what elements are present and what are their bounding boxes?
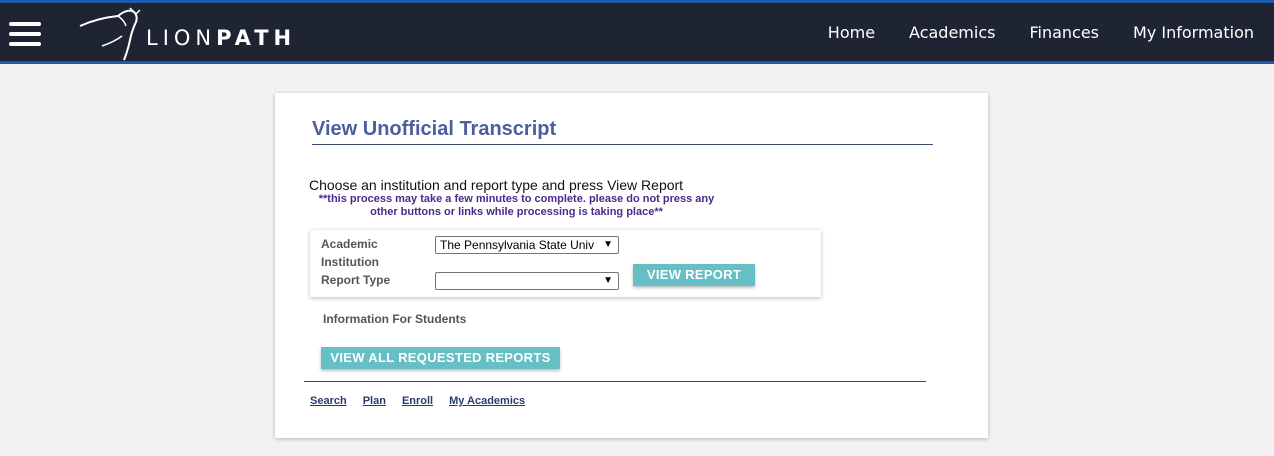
link-search[interactable]: Search — [310, 395, 347, 407]
view-report-button[interactable]: VIEW REPORT — [633, 264, 755, 286]
report-type-label: Report Type — [321, 273, 391, 287]
processing-warning: **this process may take a few minutes to… — [318, 193, 715, 218]
nav-my-information[interactable]: My Information — [1133, 23, 1254, 42]
footer-links: Search Plan Enroll My Academics — [310, 395, 541, 407]
institution-label-line2: Institution — [321, 255, 379, 269]
institution-select-value: The Pennsylvania State Univ — [440, 238, 595, 252]
information-for-students-label: Information For Students — [323, 312, 467, 326]
instruction-text: Choose an institution and report type an… — [309, 177, 684, 193]
lionpath-logo[interactable]: LIONPATH — [78, 6, 318, 62]
footer-divider — [304, 381, 926, 382]
link-plan[interactable]: Plan — [363, 395, 386, 407]
transcript-panel: View Unofficial Transcript Choose an ins… — [275, 93, 988, 438]
hamburger-menu-icon[interactable] — [9, 22, 41, 46]
top-navigation-bar: LIONPATH Home Academics Finances My Info… — [0, 0, 1274, 64]
nav-finances[interactable]: Finances — [1029, 23, 1099, 42]
link-enroll[interactable]: Enroll — [402, 395, 433, 407]
page-title: View Unofficial Transcript — [312, 118, 557, 140]
logo-wordmark: LIONPATH — [146, 26, 297, 50]
institution-select[interactable]: The Pennsylvania State Univ ▼ — [435, 236, 619, 254]
dropdown-arrow-icon: ▼ — [603, 239, 613, 250]
nav-academics[interactable]: Academics — [909, 23, 995, 42]
nav-home[interactable]: Home — [828, 23, 875, 42]
title-divider — [312, 144, 933, 145]
main-nav: Home Academics Finances My Information — [814, 3, 1274, 61]
institution-label-line1: Academic — [321, 237, 378, 251]
view-all-requested-reports-button[interactable]: VIEW ALL REQUESTED REPORTS — [321, 347, 560, 369]
link-my-academics[interactable]: My Academics — [449, 395, 525, 407]
report-type-select[interactable]: ▼ — [435, 272, 619, 290]
dropdown-arrow-icon: ▼ — [603, 275, 613, 286]
report-form: Academic Institution Report Type The Pen… — [310, 230, 821, 297]
lion-logo-icon — [79, 7, 141, 61]
